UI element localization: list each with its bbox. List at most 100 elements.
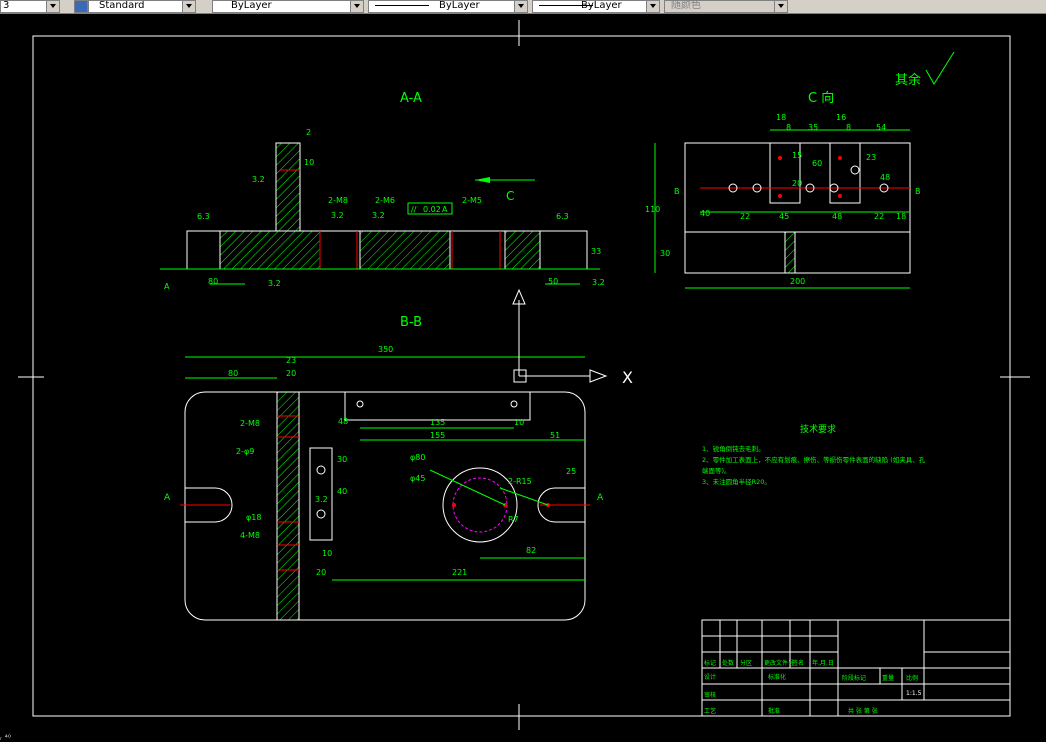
svg-text:端面等)。: 端面等)。 — [702, 466, 731, 475]
view-c-title: C 向 — [808, 90, 834, 106]
svg-text:40: 40 — [700, 209, 710, 218]
svg-text:48: 48 — [880, 173, 890, 182]
lineweight-value: ByLayer — [581, 0, 622, 11]
linetype-value: ByLayer — [439, 0, 480, 11]
x-axis-label: X — [622, 368, 633, 387]
layer-dropdown[interactable]: ByLayer — [212, 0, 364, 13]
dim-style-dropdown[interactable]: 3 — [0, 0, 60, 13]
svg-text:60: 60 — [812, 159, 822, 168]
layer-value: ByLayer — [231, 0, 272, 11]
svg-text:签名: 签名 — [792, 659, 804, 667]
svg-text:20: 20 — [792, 179, 802, 188]
roughness-symbol — [925, 51, 955, 85]
svg-text:3.2: 3.2 — [315, 495, 328, 504]
svg-text:A: A — [442, 205, 448, 214]
roughness-rest-label: 其余 — [895, 72, 921, 88]
chevron-down-icon[interactable] — [182, 1, 195, 12]
svg-text:标准化: 标准化 — [768, 673, 786, 681]
svg-text:135: 135 — [430, 418, 445, 427]
svg-text:3.2: 3.2 — [268, 279, 281, 288]
svg-text:48: 48 — [832, 212, 842, 221]
linetype-dropdown[interactable]: ByLayer — [368, 0, 528, 13]
color-dropdown[interactable]: 随颜色 — [664, 0, 788, 13]
cad-drawing: A-A 80 50 33 3.2 6.3 6.3 3.2 3.2 3.2 3.2… — [18, 20, 1030, 730]
svg-text:20: 20 — [286, 369, 296, 378]
view-c-dims: 18 8 35 16 8 54 15 20 60 23 48 110 40 22… — [645, 113, 921, 286]
lineweight-dropdown[interactable]: ByLayer — [532, 0, 660, 13]
svg-text:110: 110 — [645, 205, 660, 214]
svg-text:33: 33 — [591, 247, 601, 256]
svg-text:φ80: φ80 — [410, 453, 425, 462]
svg-text:23: 23 — [286, 356, 296, 365]
svg-text:批准: 批准 — [768, 707, 780, 715]
svg-text:30: 30 — [337, 455, 347, 464]
svg-text:共 张 第 张: 共 张 第 张 — [848, 707, 878, 715]
svg-text:0.02: 0.02 — [423, 205, 441, 214]
svg-text:2-M8: 2-M8 — [240, 419, 260, 428]
svg-text:35: 35 — [808, 123, 818, 132]
svg-text:16: 16 — [836, 113, 846, 122]
command-line[interactable]: ᵣ ⁴⁰ — [0, 734, 1046, 742]
svg-text:10: 10 — [304, 158, 314, 167]
svg-text:25: 25 — [566, 467, 576, 476]
svg-text:10: 10 — [514, 418, 524, 427]
svg-text:年.月.日: 年.月.日 — [812, 659, 834, 667]
svg-text:80: 80 — [208, 277, 218, 286]
svg-text:18: 18 — [896, 212, 906, 221]
section-bb-title: B-B — [400, 315, 422, 330]
svg-text:A: A — [164, 493, 171, 503]
drawing-canvas[interactable]: A-A 80 50 33 3.2 6.3 6.3 3.2 3.2 3.2 3.2… — [0, 14, 1046, 734]
svg-text:221: 221 — [452, 568, 467, 577]
svg-text:54: 54 — [876, 123, 886, 132]
svg-text:2-M5: 2-M5 — [462, 196, 482, 205]
svg-text:阶段标记: 阶段标记 — [842, 674, 866, 682]
svg-text://: // — [411, 205, 417, 214]
svg-text:48: 48 — [338, 417, 348, 426]
text-style-value: Standard — [99, 0, 145, 11]
svg-text:3.2: 3.2 — [592, 278, 605, 287]
svg-text:10: 10 — [322, 549, 332, 558]
svg-text:R7: R7 — [508, 515, 519, 524]
svg-text:3.2: 3.2 — [252, 175, 265, 184]
svg-text:350: 350 — [378, 345, 393, 354]
svg-text:B: B — [915, 187, 921, 196]
svg-text:处数: 处数 — [722, 659, 734, 667]
section-aa-title: A-A — [400, 91, 422, 106]
svg-text:重量: 重量 — [882, 674, 894, 682]
svg-text:3、未注圆角半径R20。: 3、未注圆角半径R20。 — [702, 477, 771, 486]
svg-text:2-φ9: 2-φ9 — [236, 447, 254, 456]
svg-text:50: 50 — [548, 277, 558, 286]
svg-text:30: 30 — [660, 249, 670, 258]
svg-text:20: 20 — [316, 568, 326, 577]
svg-text:1:1.5: 1:1.5 — [906, 690, 922, 697]
svg-text:工艺: 工艺 — [704, 707, 716, 715]
text-style-dropdown[interactable]: Standard — [88, 0, 196, 13]
section-bb-dims: 350 23 80 20 2-M8 2-φ9 48 135 155 10 51 … — [164, 345, 604, 577]
svg-text:6.3: 6.3 — [197, 212, 210, 221]
command-text: ᵣ ⁴⁰ — [0, 733, 12, 742]
svg-text:比例: 比例 — [906, 674, 918, 682]
chevron-down-icon[interactable] — [350, 1, 363, 12]
dim-style-value: 3 — [3, 0, 10, 11]
svg-text:技术要求: 技术要求 — [800, 423, 836, 435]
chevron-down-icon[interactable] — [46, 1, 59, 12]
svg-text:8: 8 — [846, 123, 851, 132]
svg-text:3.2: 3.2 — [372, 211, 385, 220]
chevron-down-icon[interactable] — [646, 1, 659, 12]
text-style-icon[interactable] — [74, 0, 88, 13]
chevron-down-icon[interactable] — [514, 1, 527, 12]
svg-text:51: 51 — [550, 431, 560, 440]
color-value: 随颜色 — [671, 0, 701, 11]
svg-text:C: C — [506, 189, 514, 203]
svg-text:18: 18 — [776, 113, 786, 122]
svg-text:3.2: 3.2 — [331, 211, 344, 220]
svg-text:15: 15 — [792, 151, 802, 160]
svg-text:标记: 标记 — [704, 659, 716, 667]
chevron-down-icon[interactable] — [774, 1, 787, 12]
svg-text:8: 8 — [786, 123, 791, 132]
svg-text:45: 45 — [779, 212, 789, 221]
svg-text:分区: 分区 — [740, 659, 752, 667]
linetype-preview — [375, 5, 429, 6]
svg-text:4-M8: 4-M8 — [240, 531, 260, 540]
svg-text:1、锐角倒钝去毛刺。: 1、锐角倒钝去毛刺。 — [702, 444, 765, 453]
